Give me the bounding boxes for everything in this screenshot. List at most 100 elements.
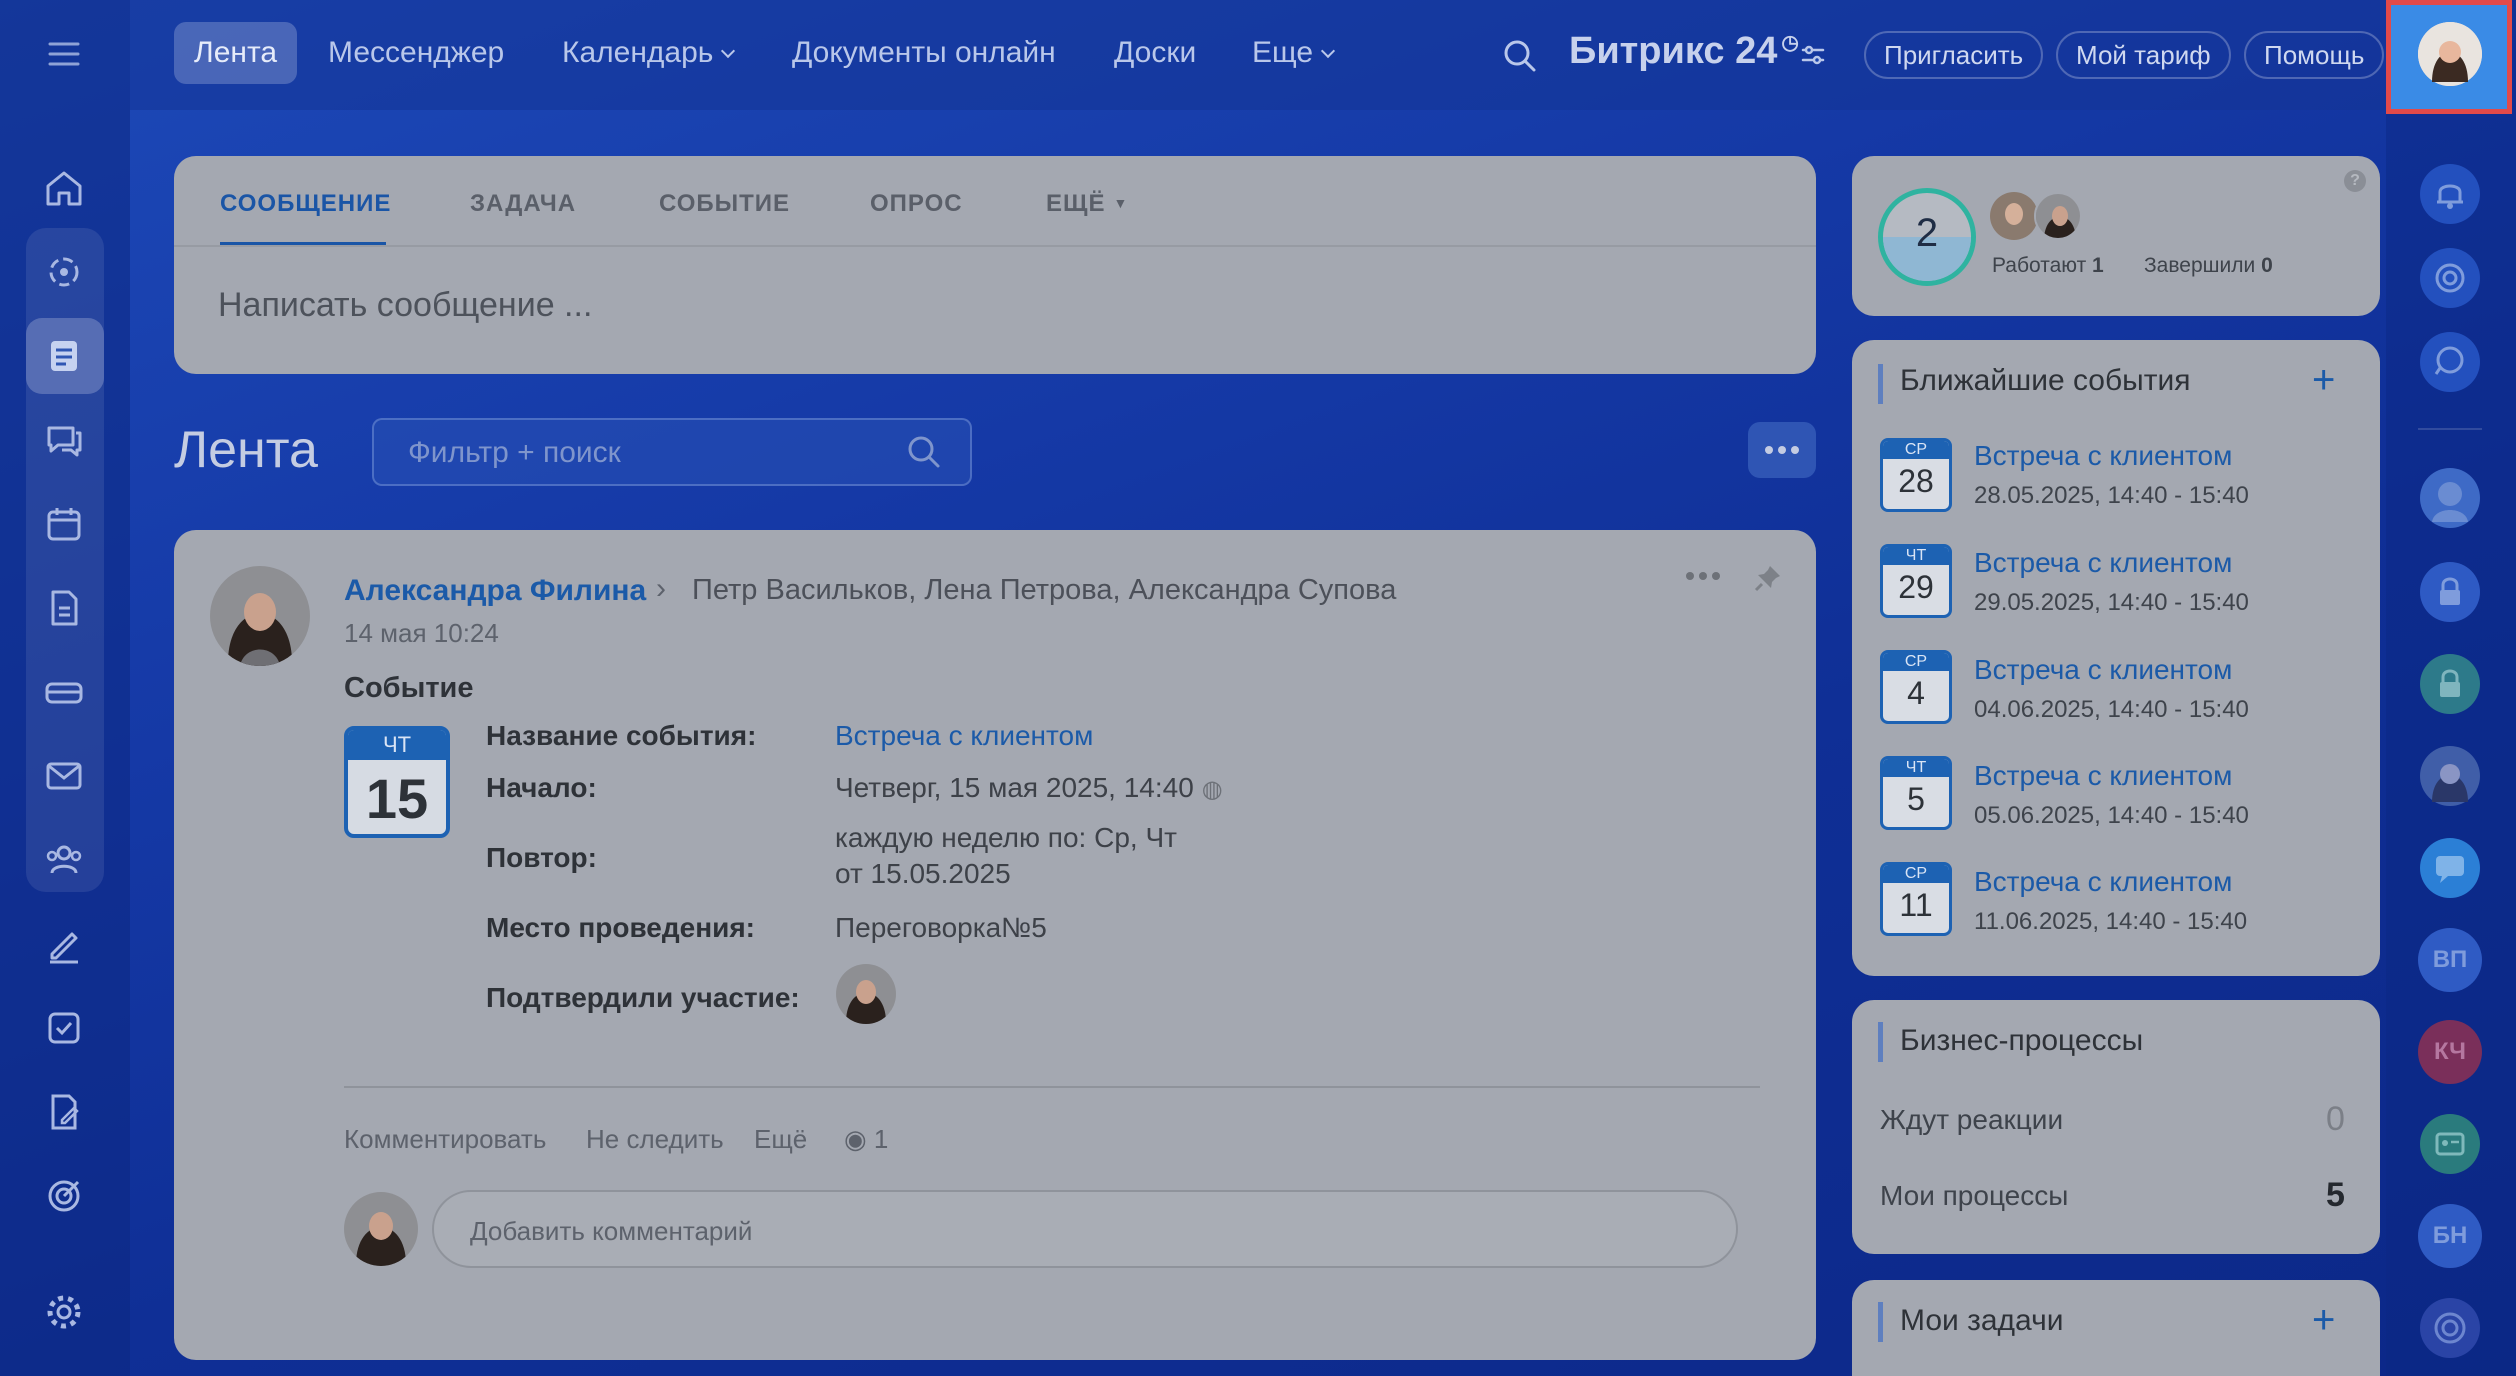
menu-icon[interactable]: [40, 30, 88, 78]
search-chat-icon[interactable]: [2418, 330, 2482, 394]
lock-chat-icon[interactable]: [2418, 652, 2482, 716]
filter-placeholder: Фильтр + поиск: [408, 436, 621, 469]
sign-icon[interactable]: [40, 920, 88, 968]
tab-poll[interactable]: ОПРОС: [870, 190, 963, 218]
nav-messenger[interactable]: Мессенджер: [308, 22, 524, 84]
invite-button[interactable]: Пригласить: [1864, 31, 2044, 79]
pin-icon[interactable]: [1752, 562, 1784, 594]
worktime-counter[interactable]: 2: [1878, 188, 1976, 286]
employee-avatar[interactable]: [2034, 192, 2082, 240]
brand-settings-icon[interactable]: [1798, 40, 1828, 70]
working-count: 1: [2092, 254, 2104, 277]
event-title-link[interactable]: Встреча с клиентом: [1974, 654, 2232, 686]
comment-placeholder: Добавить комментарий: [470, 1216, 753, 1246]
tab-message[interactable]: СООБЩЕНИЕ: [220, 190, 391, 218]
event-date-badge: ЧТ 15: [344, 726, 450, 838]
contact-initials[interactable]: БН: [2418, 1204, 2482, 1268]
done-status[interactable]: Завершили 0: [2144, 254, 2273, 278]
dot: [1712, 572, 1720, 580]
divider: [174, 245, 1816, 247]
feed-options-button[interactable]: [1748, 422, 1816, 478]
events-title: Ближайшие события: [1900, 364, 2191, 397]
employees-icon[interactable]: [40, 836, 88, 884]
contact-card-icon[interactable]: [2418, 1112, 2482, 1176]
message-input[interactable]: Написать сообщение ...: [218, 286, 592, 325]
event-title-link[interactable]: Встреча с клиентом: [1974, 866, 2232, 898]
caret-down-icon: ▼: [1113, 195, 1129, 211]
unfollow-link[interactable]: Не следить: [586, 1124, 724, 1155]
event-title-link[interactable]: Встреча с клиентом: [1974, 547, 2232, 579]
tasks-icon[interactable]: [40, 1004, 88, 1052]
event-time: 28.05.2025, 14:40 - 15:40: [1974, 482, 2249, 509]
help-icon[interactable]: ?: [2344, 170, 2366, 192]
drive-icon[interactable]: [40, 668, 88, 716]
help-button[interactable]: Помощь: [2244, 31, 2385, 79]
user-avatar[interactable]: [2418, 22, 2482, 86]
feed-icon[interactable]: [40, 332, 88, 380]
post-menu-button[interactable]: [1686, 572, 1720, 580]
tab-task[interactable]: ЗАДАЧА: [470, 190, 576, 218]
event-day: 11: [1899, 887, 1933, 923]
lock-chat-icon[interactable]: [2418, 560, 2482, 624]
mail-icon[interactable]: [40, 752, 88, 800]
my-tariff-button[interactable]: Мой тариф: [2056, 31, 2231, 79]
event-day: 28: [1898, 463, 1934, 499]
comment-link[interactable]: Комментировать: [344, 1124, 546, 1155]
search-icon[interactable]: [1500, 36, 1540, 76]
copilot-icon[interactable]: [2418, 246, 2482, 310]
nav-calendar[interactable]: Календарь: [542, 22, 753, 84]
contact-initials[interactable]: КЧ: [2418, 1020, 2482, 1084]
bp-mine-count: 5: [2326, 1176, 2345, 1214]
notifications-icon[interactable]: [2418, 162, 2482, 226]
event-time: 11.06.2025, 14:40 - 15:40: [1974, 908, 2248, 935]
event-time: 05.06.2025, 14:40 - 15:40: [1974, 802, 2249, 829]
contact-avatar[interactable]: [2418, 466, 2482, 530]
nav-more[interactable]: Еще: [1232, 22, 1353, 84]
home-icon[interactable]: [40, 164, 88, 212]
worktime-count: 2: [1915, 211, 1939, 255]
event-name-link[interactable]: Встреча с клиентом: [835, 720, 1093, 752]
comment-input[interactable]: Добавить комментарий: [432, 1190, 1738, 1268]
bp-waiting-count: 0: [2326, 1100, 2345, 1138]
post-author[interactable]: Александра Филина: [344, 574, 646, 608]
working-status[interactable]: Работают 1: [1992, 254, 2104, 278]
event-title-link[interactable]: Встреча с клиентом: [1974, 760, 2232, 792]
tab-event[interactable]: СОБЫТИЕ: [659, 190, 790, 218]
copilot-chat-icon[interactable]: [2418, 1296, 2482, 1360]
nav-documents[interactable]: Документы онлайн: [772, 22, 1076, 84]
goals-icon[interactable]: [40, 1172, 88, 1220]
filter-search-input[interactable]: Фильтр + поиск: [372, 418, 972, 486]
add-task-icon[interactable]: +: [2312, 1300, 2335, 1340]
contact-avatar[interactable]: [2418, 744, 2482, 808]
nav-feed[interactable]: Лента: [174, 22, 298, 84]
event-weekday: ЧТ: [1883, 547, 1949, 565]
divider: [344, 1086, 1760, 1088]
employee-avatar[interactable]: [1990, 192, 2038, 240]
dot: [1686, 572, 1694, 580]
documents-icon[interactable]: [40, 584, 88, 632]
page-title: Лента: [174, 421, 318, 479]
event-title-link[interactable]: Встреча с клиентом: [1974, 440, 2232, 472]
globe-clock-icon[interactable]: ◍: [1202, 776, 1223, 803]
group-chat-icon[interactable]: [2418, 836, 2482, 900]
attendee-avatar[interactable]: [836, 964, 896, 1024]
calendar-icon[interactable]: [40, 500, 88, 548]
contact-initials[interactable]: ВП: [2418, 928, 2482, 992]
bp-waiting-label[interactable]: Ждут реакции: [1880, 1104, 2063, 1136]
forms-icon[interactable]: [40, 1088, 88, 1136]
post-recipients[interactable]: Петр Васильков, Лена Петрова, Александра…: [692, 574, 1396, 607]
tab-more[interactable]: ЕЩЁ ▼: [1046, 190, 1128, 218]
chat-icon[interactable]: [40, 416, 88, 464]
add-event-icon[interactable]: +: [2312, 360, 2335, 400]
brand-logo[interactable]: Битрикс 24 ◷: [1569, 30, 1799, 73]
bp-mine-label[interactable]: Мои процессы: [1880, 1180, 2068, 1212]
author-avatar[interactable]: [210, 566, 310, 666]
event-day: 15: [365, 767, 429, 830]
dot: [1765, 446, 1773, 454]
post-time[interactable]: 14 мая 10:24: [344, 618, 499, 649]
crm-icon[interactable]: [40, 248, 88, 296]
nav-boards[interactable]: Доски: [1094, 22, 1216, 84]
more-link[interactable]: Ещё: [754, 1124, 807, 1155]
settings-icon[interactable]: [40, 1288, 88, 1336]
search-icon[interactable]: [904, 432, 944, 472]
